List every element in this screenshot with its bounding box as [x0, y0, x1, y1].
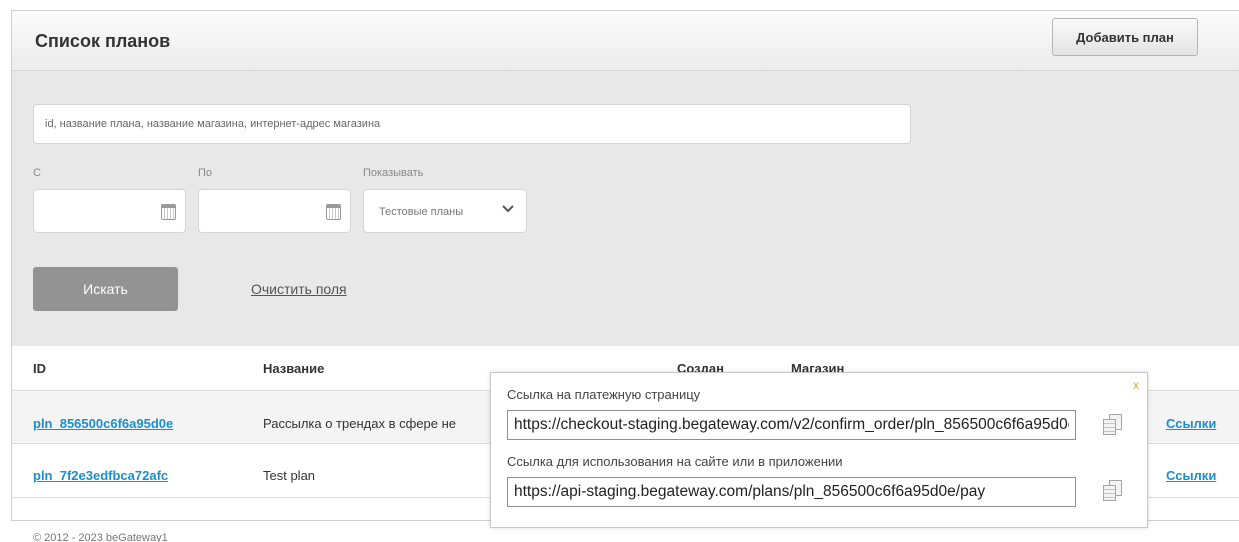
add-plan-button[interactable]: Добавить план [1052, 18, 1198, 56]
chevron-down-icon [502, 205, 514, 213]
column-header-id: ID [33, 361, 46, 376]
date-to-field[interactable] [198, 189, 351, 233]
copy-icon[interactable] [1103, 480, 1123, 502]
payment-page-url-field[interactable] [507, 410, 1076, 440]
links-popup: x Ссылка на платежную страницу Ссылка дл… [490, 372, 1148, 528]
footer-copyright: © 2012 - 2023 beGateway1 [33, 532, 168, 542]
search-button[interactable]: Искать [33, 267, 178, 311]
payment-page-label: Ссылка на платежную страницу [507, 387, 701, 402]
search-input[interactable] [33, 104, 911, 144]
show-label: Показывать [363, 167, 424, 179]
links-link[interactable]: Ссылки [1166, 416, 1216, 431]
clear-fields-link[interactable]: Очистить поля [251, 281, 347, 297]
plan-id-link[interactable]: pln_856500c6f6a95d0e [33, 416, 173, 431]
close-icon[interactable]: x [1133, 378, 1139, 392]
copy-icon[interactable] [1103, 414, 1123, 436]
show-select-value: Тестовые планы [379, 206, 464, 218]
date-to-label: По [198, 167, 213, 179]
show-select[interactable]: Тестовые планы [363, 189, 527, 233]
site-url-field[interactable] [507, 477, 1076, 507]
filter-area: С По Показывать Тестовые планы Искать Оч… [12, 71, 1239, 346]
calendar-icon[interactable] [161, 204, 176, 220]
page: Список планов Добавить план С По Показыв… [0, 0, 1239, 542]
plan-name: Рассылка о трендах в сфере не [263, 416, 457, 431]
plan-id-link[interactable]: pln_7f2e3edfbca72afc [33, 468, 168, 483]
date-from-label: С [33, 167, 41, 179]
links-link[interactable]: Ссылки [1166, 468, 1216, 483]
site-link-label: Ссылка для использования на сайте или в … [507, 454, 843, 469]
calendar-icon[interactable] [326, 204, 341, 220]
panel-header: Список планов Добавить план [12, 11, 1239, 71]
page-title: Список планов [35, 31, 171, 51]
plan-name: Test plan [263, 468, 316, 483]
date-from-field[interactable] [33, 189, 186, 233]
column-header-name: Название [263, 361, 325, 376]
